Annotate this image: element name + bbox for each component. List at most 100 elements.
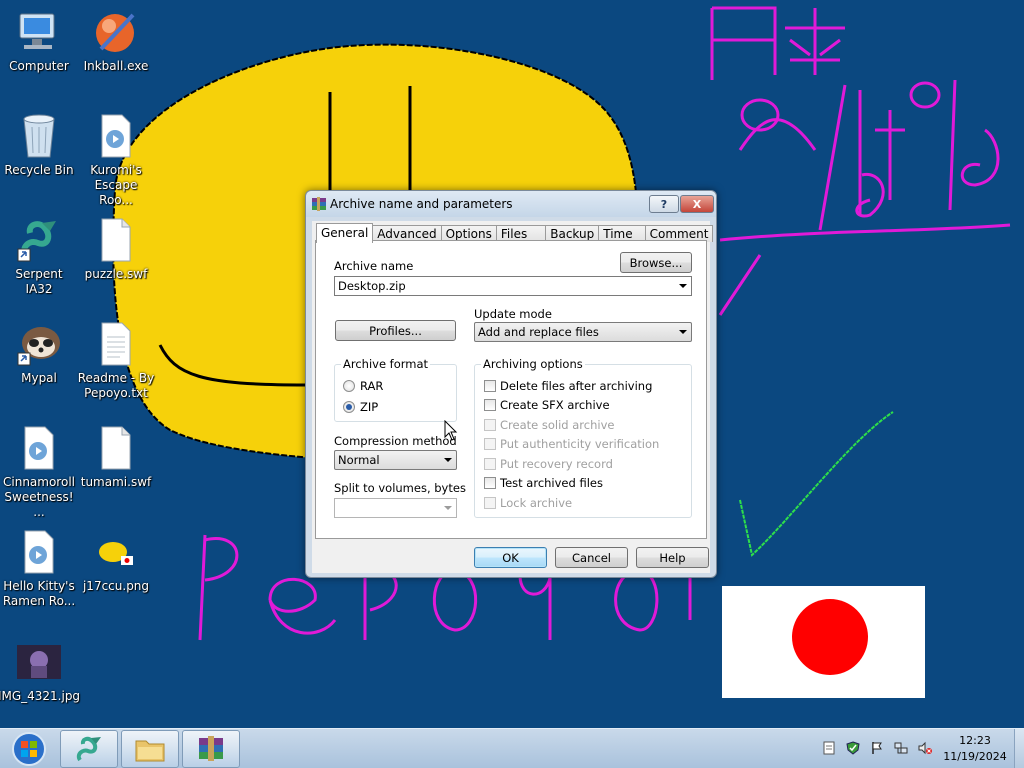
help-button[interactable]: Help <box>636 547 709 568</box>
network-icon[interactable] <box>894 741 908 755</box>
checkbox[interactable] <box>484 477 496 489</box>
desktop-icon-label: Computer <box>9 59 69 73</box>
option-label: Lock archive <box>500 496 573 510</box>
archive-name-value: Desktop.zip <box>338 279 406 293</box>
desktop-icon-img4321[interactable]: IMG_4321.jpg <box>0 638 81 704</box>
archive-format-label: Archive format <box>341 357 431 371</box>
archiving-options-label: Archiving options <box>481 357 585 371</box>
close-button[interactable]: X <box>680 195 714 213</box>
windows-logo-icon <box>12 732 46 766</box>
desktop-icon-tumami[interactable]: tumami.swf <box>77 424 155 490</box>
ok-button[interactable]: OK <box>474 547 547 568</box>
serpent-icon <box>15 216 63 264</box>
split-volumes-label: Split to volumes, bytes <box>334 481 466 495</box>
text-file-icon <box>92 320 140 368</box>
desktop-icon-label: Mypal <box>21 371 57 385</box>
radio-rar[interactable]: RAR <box>343 379 383 393</box>
compression-method-label: Compression method <box>334 434 457 448</box>
help-title-button[interactable]: ? <box>649 195 679 213</box>
compression-method-value: Normal <box>338 453 380 467</box>
winrar-icon <box>199 736 223 761</box>
taskbar: 12:23 11/19/2024 <box>0 728 1024 768</box>
notes-tray-icon[interactable] <box>822 741 836 755</box>
show-desktop-button[interactable] <box>1014 729 1024 768</box>
desktop-icon-inkball[interactable]: Inkball.exe <box>77 8 155 74</box>
desktop-icon-cinnamoroll[interactable]: Cinnamoroll Sweetness! ... <box>0 424 78 520</box>
option-label: Test archived files <box>500 476 603 490</box>
option-delete-files[interactable]: Delete files after archiving <box>484 379 652 393</box>
general-page: Archive name Browse... Desktop.zip Updat… <box>315 240 707 539</box>
desktop-icon-recycle-bin[interactable]: Recycle Bin <box>0 112 78 178</box>
dialog-titlebar[interactable]: Archive name and parameters ? X <box>306 191 716 217</box>
checkbox <box>484 497 496 509</box>
file-icon <box>92 216 140 264</box>
recycle-bin-icon <box>15 112 63 160</box>
mypal-icon <box>15 320 63 368</box>
desktop-icon-readme[interactable]: Readme - By Pepoyo.txt <box>77 320 155 401</box>
profiles-button[interactable]: Profiles... <box>335 320 456 341</box>
security-shield-icon[interactable] <box>846 741 860 755</box>
folder-icon <box>135 740 165 762</box>
archive-dialog: Archive name and parameters ? X General … <box>305 190 717 578</box>
tab-general[interactable]: General <box>316 223 374 243</box>
compression-method-select[interactable]: Normal <box>334 450 457 470</box>
taskbar-app-serpent[interactable] <box>60 730 118 768</box>
desktop-icon-label: Inkball.exe <box>83 59 149 73</box>
radio-rar-dot[interactable] <box>343 380 355 392</box>
radio-zip-dot[interactable] <box>343 401 355 413</box>
option-test-files[interactable]: Test archived files <box>484 476 603 490</box>
radio-zip[interactable]: ZIP <box>343 400 378 414</box>
desktop-icon-puzzle[interactable]: puzzle.swf <box>77 216 155 282</box>
action-center-flag-icon[interactable] <box>870 741 884 755</box>
start-button[interactable] <box>4 731 54 767</box>
desktop-icon-j17ccu[interactable]: j17ccu.png <box>77 528 155 594</box>
checkbox <box>484 458 496 470</box>
update-mode-value: Add and replace files <box>478 325 599 339</box>
radio-rar-label: RAR <box>360 379 384 393</box>
media-file-icon <box>15 424 63 472</box>
taskbar-app-winrar[interactable] <box>182 730 240 768</box>
desktop-icon-computer[interactable]: Computer <box>0 8 78 74</box>
dialog-client: General Advanced Options Files Backup Ti… <box>312 221 714 573</box>
archive-name-label: Archive name <box>334 259 414 273</box>
chevron-down-icon[interactable] <box>679 284 687 288</box>
volume-muted-icon[interactable] <box>918 741 932 755</box>
mouse-cursor-icon <box>444 420 458 441</box>
image-file-icon <box>92 528 140 576</box>
option-label: Create solid archive <box>500 418 615 432</box>
dialog-title: Archive name and parameters <box>330 197 513 211</box>
desktop-icon-label: Readme - By Pepoyo.txt <box>77 371 155 400</box>
option-label: Create SFX archive <box>500 398 610 412</box>
desktop-icon-label: Recycle Bin <box>4 163 74 177</box>
winrar-icon <box>312 197 326 211</box>
computer-icon <box>15 8 63 56</box>
desktop-icon-mypal[interactable]: Mypal <box>0 320 78 386</box>
radio-zip-label: ZIP <box>360 400 379 414</box>
archiving-options-group: Archiving options Delete files after arc… <box>474 357 692 518</box>
checkbox[interactable] <box>484 380 496 392</box>
desktop-icon-hello-kitty[interactable]: Hello Kitty's Ramen Ro... <box>0 528 78 609</box>
chevron-down-icon <box>444 506 452 510</box>
chevron-down-icon <box>679 330 687 334</box>
archive-name-input[interactable]: Desktop.zip <box>334 276 692 296</box>
checkbox[interactable] <box>484 399 496 411</box>
cancel-button[interactable]: Cancel <box>555 547 628 568</box>
taskbar-app-explorer[interactable] <box>121 730 179 768</box>
media-file-icon <box>92 112 140 160</box>
taskbar-clock[interactable]: 12:23 11/19/2024 <box>940 733 1010 765</box>
option-create-sfx[interactable]: Create SFX archive <box>484 398 610 412</box>
serpent-icon <box>76 736 101 762</box>
update-mode-select[interactable]: Add and replace files <box>474 322 692 342</box>
desktop-icon-label: Hello Kitty's Ramen Ro... <box>2 579 76 608</box>
option-label: Put recovery record <box>500 457 613 471</box>
option-lock-archive: Lock archive <box>484 496 572 510</box>
desktop-icon-kuromi[interactable]: Kuromi's Escape Roo... <box>77 112 155 208</box>
checkbox <box>484 438 496 450</box>
desktop-icon-label: IMG_4321.jpg <box>0 689 81 703</box>
desktop-icon-label: Serpent IA32 <box>15 267 63 296</box>
browse-button[interactable]: Browse... <box>620 252 692 273</box>
image-file-icon <box>15 638 63 686</box>
desktop-icon-serpent[interactable]: Serpent IA32 <box>0 216 78 297</box>
split-volumes-input[interactable] <box>334 498 457 518</box>
clock-date: 11/19/2024 <box>943 750 1007 763</box>
